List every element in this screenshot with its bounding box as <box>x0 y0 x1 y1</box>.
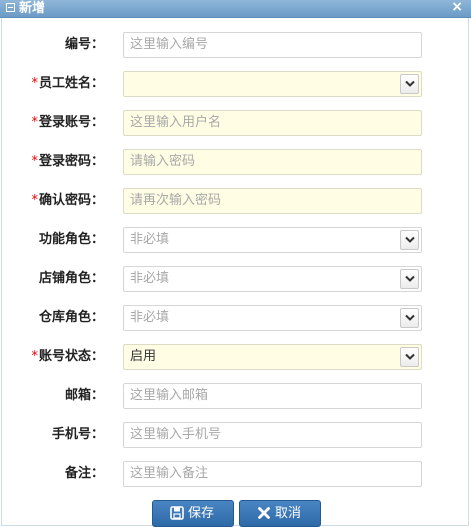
login-account-placeholder: 这里输入用户名 <box>130 115 222 130</box>
form-row-warehouse-role: 仓库角色： 非必填 <box>0 305 471 331</box>
form-row-employee-name: *员工姓名： <box>0 71 471 97</box>
required-mark: * <box>31 349 38 364</box>
chevron-down-icon[interactable] <box>400 308 419 328</box>
form-row-confirm-password: *确认密码： 请再次输入密码 <box>0 188 471 214</box>
form-row-function-role: 功能角色： 非必填 <box>0 227 471 253</box>
remark-label: 备注： <box>0 461 104 487</box>
form-row-account-status: *账号状态： 启用 <box>0 344 471 370</box>
required-mark: * <box>31 76 38 91</box>
mobile-label: 手机号： <box>0 422 104 448</box>
chevron-down-icon[interactable] <box>400 230 419 250</box>
warehouse-role-select[interactable]: 非必填 <box>123 305 422 331</box>
store-role-label: 店铺角色： <box>0 266 104 292</box>
employee-name-label-text: 员工姓名： <box>38 76 104 91</box>
email-label: 邮箱： <box>0 383 104 409</box>
dialog-titlebar: 新增 × <box>0 0 471 18</box>
warehouse-role-label-text: 仓库角色： <box>38 310 104 325</box>
function-role-label-text: 功能角色： <box>38 232 104 247</box>
mobile-label-text: 手机号： <box>51 427 104 442</box>
required-mark: * <box>31 193 38 208</box>
account-status-label-text: 账号状态： <box>38 349 104 364</box>
function-role-label: 功能角色： <box>0 227 104 253</box>
remark-input[interactable]: 这里输入备注 <box>123 461 422 487</box>
form-row-login-account: *登录账号： 这里输入用户名 <box>0 110 471 136</box>
login-account-label-text: 登录账号： <box>38 115 104 130</box>
required-mark: * <box>31 154 38 169</box>
email-input[interactable]: 这里输入邮箱 <box>123 383 422 409</box>
warehouse-role-placeholder: 非必填 <box>130 310 170 325</box>
cancel-button-label: 取消 <box>275 506 302 521</box>
login-password-input[interactable]: 请输入密码 <box>123 149 422 175</box>
confirm-password-label-text: 确认密码： <box>38 193 104 208</box>
employee-name-label: *员工姓名： <box>0 71 104 97</box>
account-status-select[interactable]: 启用 <box>123 344 422 370</box>
form-row-number: 编号： 这里输入编号 <box>0 32 471 58</box>
login-account-label: *登录账号： <box>0 110 104 136</box>
save-button-label: 保存 <box>188 506 215 521</box>
confirm-password-placeholder: 请再次输入密码 <box>130 193 222 208</box>
remark-placeholder: 这里输入备注 <box>130 466 209 481</box>
cancel-button[interactable]: 取消 <box>239 500 321 527</box>
employee-name-select[interactable] <box>123 71 422 97</box>
login-password-label-text: 登录密码： <box>38 154 104 169</box>
required-mark: * <box>31 115 38 130</box>
mobile-placeholder: 这里输入手机号 <box>130 427 222 442</box>
remark-label-text: 备注： <box>64 466 104 481</box>
form-row-store-role: 店铺角色： 非必填 <box>0 266 471 292</box>
cancel-icon <box>258 507 270 519</box>
mobile-input[interactable]: 这里输入手机号 <box>123 422 422 448</box>
save-button[interactable]: 保存 <box>152 500 234 527</box>
function-role-select[interactable]: 非必填 <box>123 227 422 253</box>
save-icon <box>170 506 184 520</box>
form-row-mobile: 手机号： 这里输入手机号 <box>0 422 471 448</box>
email-label-text: 邮箱： <box>64 388 104 403</box>
dialog-title: 新增 <box>19 1 46 16</box>
form-row-remark: 备注： 这里输入备注 <box>0 461 471 487</box>
login-password-label: *登录密码： <box>0 149 104 175</box>
email-placeholder: 这里输入邮箱 <box>130 388 209 403</box>
store-role-placeholder: 非必填 <box>130 271 170 286</box>
window-icon <box>6 3 15 12</box>
account-status-value: 启用 <box>130 349 157 364</box>
number-label: 编号： <box>0 32 104 58</box>
login-account-input[interactable]: 这里输入用户名 <box>123 110 422 136</box>
chevron-down-icon[interactable] <box>400 269 419 289</box>
form-row-login-password: *登录密码： 请输入密码 <box>0 149 471 175</box>
number-label-text: 编号： <box>64 37 104 52</box>
login-password-placeholder: 请输入密码 <box>130 154 196 169</box>
warehouse-role-label: 仓库角色： <box>0 305 104 331</box>
function-role-placeholder: 非必填 <box>130 232 170 247</box>
close-icon[interactable]: × <box>451 0 463 16</box>
number-placeholder: 这里输入编号 <box>130 37 209 52</box>
confirm-password-input[interactable]: 请再次输入密码 <box>123 188 422 214</box>
number-input[interactable]: 这里输入编号 <box>123 32 422 58</box>
account-status-label: *账号状态： <box>0 344 104 370</box>
confirm-password-label: *确认密码： <box>0 188 104 214</box>
store-role-select[interactable]: 非必填 <box>123 266 422 292</box>
store-role-label-text: 店铺角色： <box>38 271 104 286</box>
chevron-down-icon[interactable] <box>400 74 419 94</box>
form-row-email: 邮箱： 这里输入邮箱 <box>0 383 471 409</box>
chevron-down-icon[interactable] <box>400 347 419 367</box>
